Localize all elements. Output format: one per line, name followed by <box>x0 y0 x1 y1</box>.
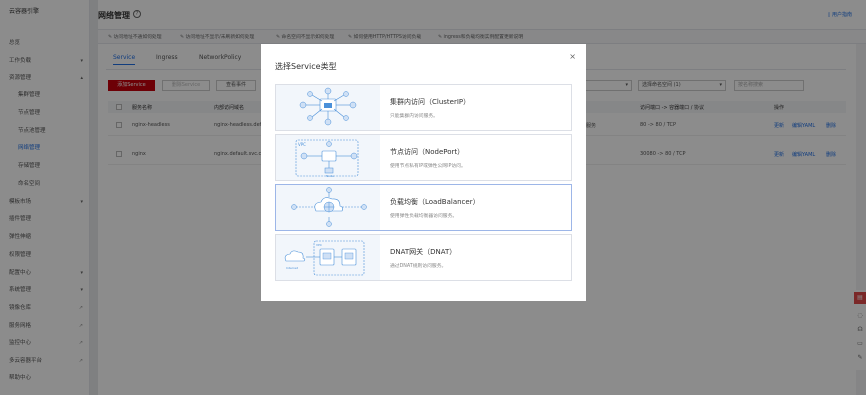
option-dnat[interactable]: Internet VPC DNAT网关（DNAT） 通过DNAT规则访问服务。 <box>275 234 572 281</box>
option-description: 通过DNAT规则访问服务。 <box>390 264 447 269</box>
loadbalancer-diagram-icon <box>276 185 380 230</box>
option-clusterip[interactable]: 集群内访问（ClusterIP） 只能集群内访问服务。 <box>275 84 572 131</box>
svg-text:VPC: VPC <box>298 142 306 147</box>
option-title: 负载均衡（LoadBalancer） <box>390 198 480 206</box>
nodeport-diagram-icon: VPC Node <box>276 135 380 180</box>
dnat-diagram-icon: Internet VPC <box>276 235 380 280</box>
clusterip-diagram-icon <box>276 85 380 130</box>
dialog-title: 选择Service类型 <box>275 62 337 71</box>
svg-text:Node: Node <box>326 174 334 178</box>
select-service-type-dialog: 选择Service类型 × 集群内访问（ClusterIP） 只能集群内访问服务… <box>261 44 586 301</box>
option-description: 使用弹性负载均衡器访问服务。 <box>390 214 458 219</box>
option-description: 使用节点私有IP或弹性公网IP访问。 <box>390 164 466 169</box>
option-title: 节点访问（NodePort） <box>390 148 465 156</box>
option-nodeport[interactable]: VPC Node 节点访问（NodePort） 使用节点私有IP或弹性公网IP访… <box>275 134 572 181</box>
option-loadbalancer[interactable]: 负载均衡（LoadBalancer） 使用弹性负载均衡器访问服务。 <box>275 184 572 231</box>
svg-text:Internet: Internet <box>286 266 299 270</box>
option-description: 只能集群内访问服务。 <box>390 114 438 119</box>
close-icon[interactable]: × <box>569 52 576 61</box>
option-title: DNAT网关（DNAT） <box>390 248 457 256</box>
svg-text:VPC: VPC <box>316 243 322 247</box>
option-title: 集群内访问（ClusterIP） <box>390 98 471 106</box>
